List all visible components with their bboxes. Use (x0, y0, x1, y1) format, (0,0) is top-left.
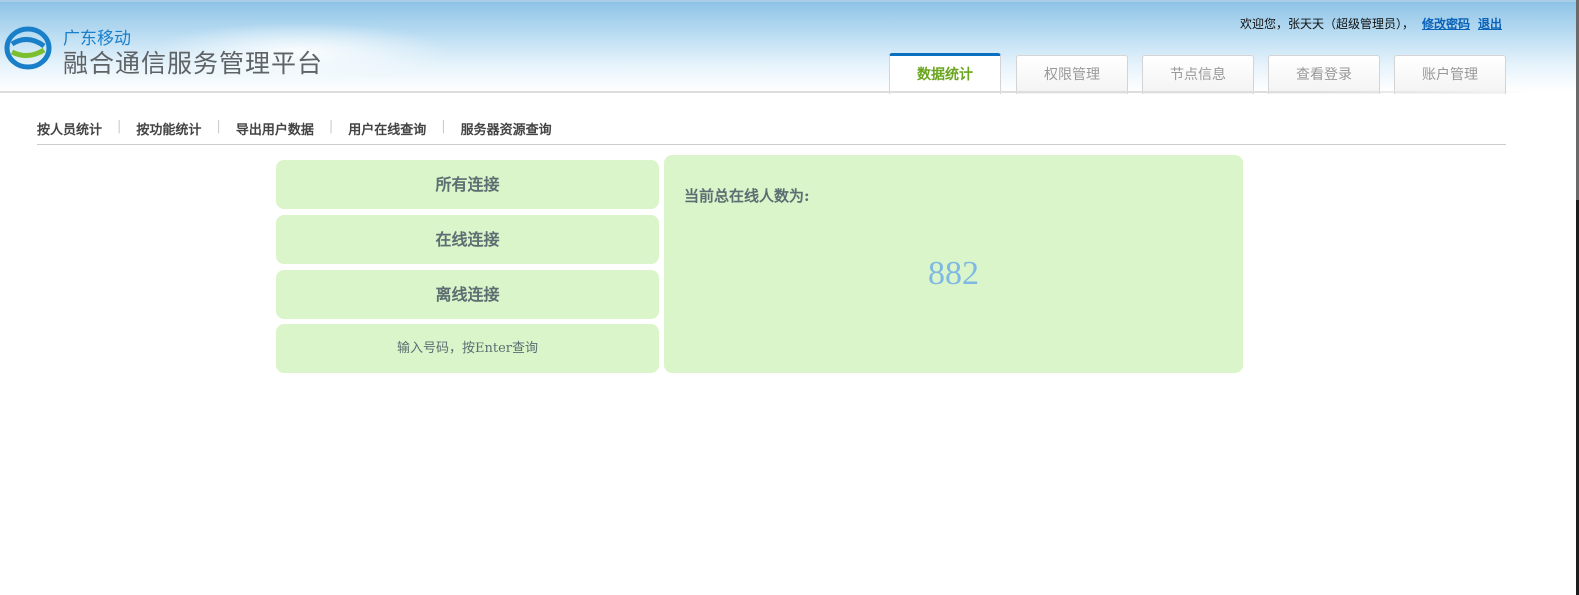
tab-view-logins[interactable]: 查看登录 (1268, 55, 1380, 94)
subnav-export-users[interactable]: 导出用户数据 (236, 119, 314, 144)
tab-permissions[interactable]: 权限管理 (1016, 55, 1128, 94)
tab-data-stats[interactable]: 数据统计 (889, 53, 1001, 94)
header: 广东移动 融合通信服务管理平台 欢迎您，张天天（超级管理员）， 修改密码 退出 数据… (0, 0, 1576, 94)
divider: | (216, 119, 221, 134)
divider: | (441, 119, 446, 134)
tab-account-management[interactable]: 账户管理 (1394, 55, 1506, 94)
welcome-text: 欢迎您，张天天（超级管理员）， (1239, 17, 1414, 31)
tab-node-info[interactable]: 节点信息 (1142, 55, 1254, 94)
welcome-bar: 欢迎您，张天天（超级管理员）， 修改密码 退出 (1240, 15, 1502, 32)
china-mobile-logo-icon (4, 26, 52, 70)
divider: | (117, 119, 122, 134)
offline-connections-button[interactable]: 离线连接 (276, 270, 659, 319)
number-query-input[interactable]: 输入号码，按Enter查询 (276, 324, 659, 373)
online-connections-button[interactable]: 在线连接 (276, 215, 659, 264)
header-divider (0, 91, 1530, 93)
app-title: 融合通信服务管理平台 (63, 49, 324, 78)
online-count-value: 882 (928, 255, 979, 292)
subnav-by-person[interactable]: 按人员统计 (37, 119, 102, 144)
subnav-server-resources[interactable]: 服务器资源查询 (461, 119, 552, 144)
online-count-panel: 当前总在线人数为: 882 (664, 155, 1243, 373)
sub-navigation: 按人员统计 | 按功能统计 | 导出用户数据 | 用户在线查询 | 服务器资源查询 (37, 119, 1506, 145)
divider: | (328, 119, 334, 134)
subnav-online-query[interactable]: 用户在线查询 (348, 119, 426, 144)
all-connections-button[interactable]: 所有连接 (276, 160, 659, 209)
change-password-link[interactable]: 修改密码 (1422, 17, 1470, 31)
online-count-label: 当前总在线人数为: (684, 187, 810, 205)
subnav-by-function[interactable]: 按功能统计 (136, 119, 201, 144)
logout-link[interactable]: 退出 (1478, 17, 1502, 31)
